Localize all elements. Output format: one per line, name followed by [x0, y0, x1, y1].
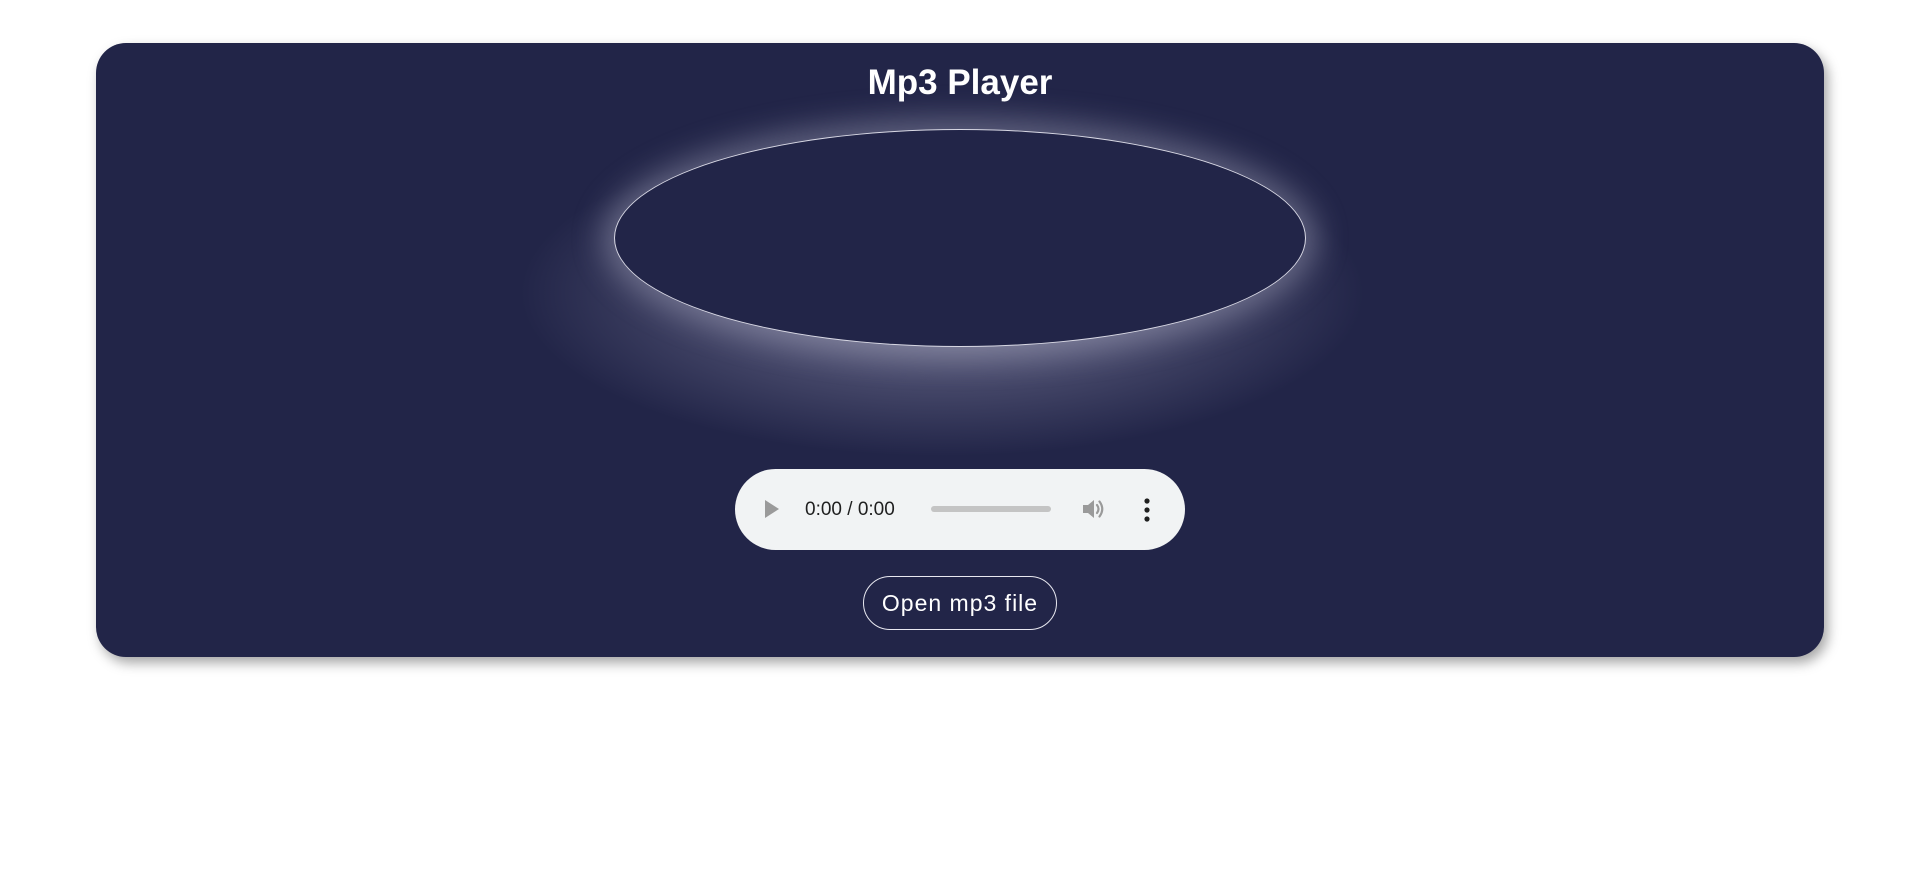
player-card: Mp3 Player 0:00 / 0:00 Open mp3 file: [96, 43, 1824, 657]
page-title: Mp3 Player: [867, 63, 1053, 102]
open-mp3-button[interactable]: Open mp3 file: [863, 576, 1057, 630]
audio-player[interactable]: 0:00 / 0:00: [735, 469, 1185, 550]
time-display: 0:00 / 0:00: [805, 499, 895, 520]
volume-icon[interactable]: [1080, 496, 1106, 522]
play-icon[interactable]: [765, 500, 779, 518]
visualizer: [614, 129, 1306, 347]
progress-track[interactable]: [931, 506, 1051, 512]
more-options-icon[interactable]: [1143, 497, 1151, 523]
